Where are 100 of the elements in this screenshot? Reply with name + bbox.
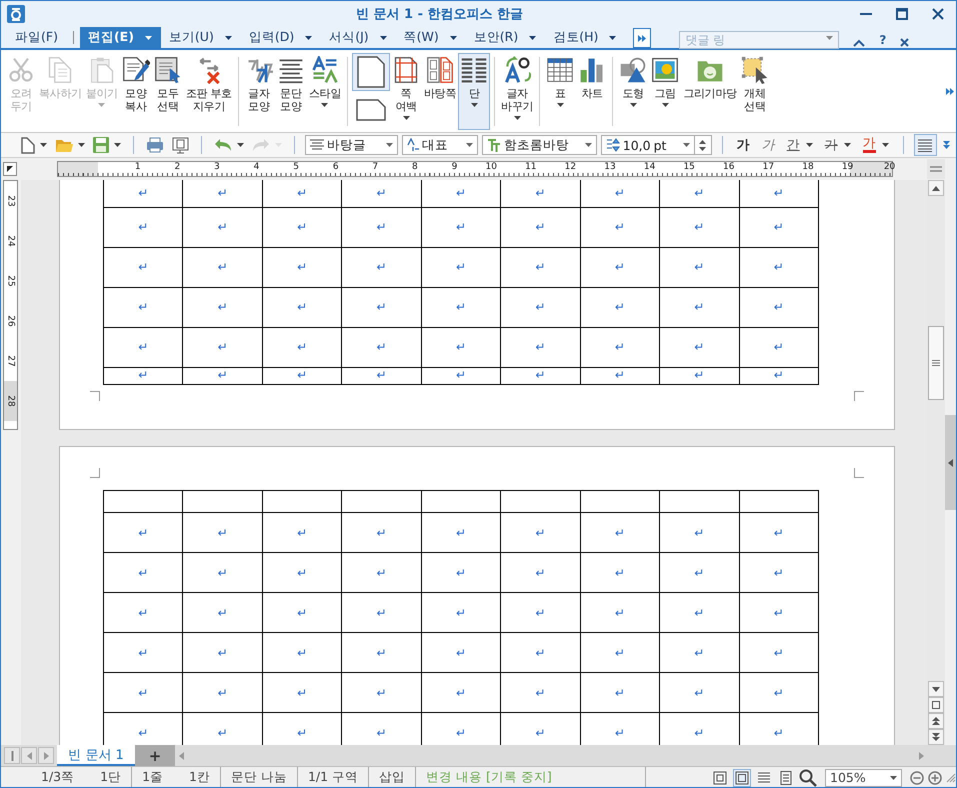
table-cell: ↵: [104, 632, 183, 672]
status-text: 1/1 구역: [308, 769, 358, 786]
table-cell: ↵: [500, 327, 580, 367]
ribbon-button[interactable]: 개체 선택: [738, 53, 771, 130]
table-cell: ↵: [104, 287, 183, 327]
ruler-number: 16: [723, 162, 734, 172]
table-cell: ↵: [739, 287, 818, 327]
menu-tab[interactable]: 편집(E): [80, 27, 161, 48]
table-cell: ↵: [660, 247, 739, 287]
table-cell: ↵: [182, 247, 262, 287]
ruler-number: 25: [6, 275, 16, 287]
text-format-button[interactable]: 가: [858, 137, 893, 153]
ribbon-button[interactable]: 스타일: [306, 53, 344, 130]
zoom-dropdown[interactable]: 105%: [825, 768, 902, 786]
table-cell: ↵: [262, 592, 342, 632]
menu-tab[interactable]: 검토(H): [545, 27, 626, 48]
table-cell: ↵: [262, 287, 342, 327]
table-cell: ↵: [182, 207, 262, 247]
table-cell: ↵: [580, 327, 660, 367]
table-cell: ↵: [421, 592, 501, 632]
language-dropdown[interactable]: 대표: [402, 135, 478, 155]
status-text: 1줄: [142, 769, 164, 786]
ruler-number: 7: [372, 162, 378, 172]
font-dropdown[interactable]: 함초롬바탕: [482, 135, 597, 155]
document-tab[interactable]: 빈 문서 1: [57, 745, 135, 766]
table-cell: ↵: [500, 592, 580, 632]
table-cell: ↵: [342, 180, 422, 207]
table-cell: ↵: [500, 512, 580, 552]
table-cell: ↵: [580, 180, 660, 207]
ribbon-button[interactable]: 모두 선택: [152, 53, 184, 130]
ribbon-button[interactable]: 모양 복사: [120, 53, 152, 130]
table-cell: ↵: [262, 512, 342, 552]
ribbon-button[interactable]: 도형: [617, 53, 650, 130]
text-format-button[interactable]: 가: [820, 136, 855, 154]
font-size-field[interactable]: 10,0 pt: [600, 135, 695, 155]
ribbon-button[interactable]: 문단 모양: [274, 53, 307, 130]
ribbon-button[interactable]: 쪽 여백: [390, 53, 422, 130]
table-cell: ↵: [104, 552, 183, 592]
table-cell: ↵: [342, 327, 422, 367]
ruler-number: 17: [762, 162, 774, 172]
menu-tab[interactable]: 보안(R): [466, 27, 546, 48]
table-cell: ↵: [500, 287, 580, 327]
table-cell: ↵: [182, 672, 262, 712]
ruler-number: 26: [6, 315, 16, 327]
ribbon-button[interactable]: 글자 바꾸기: [499, 53, 536, 130]
table-cell: ↵: [262, 632, 342, 672]
table-cell: ↵: [104, 512, 183, 552]
table-cell: ↵: [182, 327, 262, 367]
table-cell: ↵: [421, 552, 501, 592]
ruler-number: 18: [802, 162, 814, 172]
ruler-number: 8: [412, 162, 418, 172]
ribbon-button[interactable]: 단: [458, 53, 490, 130]
style-dropdown[interactable]: 바탕글: [304, 135, 398, 155]
table-cell: ↵: [342, 672, 422, 712]
table-cell: ↵: [739, 592, 818, 632]
ribbon-button[interactable]: 그리기마당: [681, 53, 739, 130]
add-tab-button[interactable]: +: [135, 745, 175, 766]
table-cell: ↵: [342, 247, 422, 287]
ribbon-button[interactable]: 조판 부호 지우기: [184, 53, 234, 130]
table-cell: ↵: [342, 552, 422, 592]
table-cell: ↵: [104, 247, 183, 287]
ribbon-button[interactable]: 바탕쪽: [422, 53, 458, 130]
text-format-button[interactable]: 가: [732, 136, 754, 154]
text-format-button[interactable]: 가: [758, 136, 779, 154]
ruler-number: 24: [6, 235, 16, 247]
table-cell: ↵: [421, 367, 501, 384]
menu-tab[interactable]: 보기(U): [160, 27, 241, 48]
ruler-number: 6: [332, 162, 339, 172]
ribbon-button[interactable]: 표: [544, 53, 576, 130]
menu-tab[interactable]: 쪽(W): [396, 27, 466, 48]
table-cell: ↵: [421, 180, 501, 207]
table-cell: ↵: [262, 180, 342, 207]
table-cell: ↵: [421, 672, 501, 712]
search-field[interactable]: 댓글 링: [679, 31, 840, 49]
table-cell: ↵: [500, 180, 580, 207]
vertical-ruler[interactable]: 23 24 25 26 27 28: [3, 180, 18, 430]
horizontal-ruler[interactable]: 1 2 3 4 5 6 7 8 9 10 11 12 13 14 15 16 17 18 19 20: [57, 161, 893, 177]
table-cell: ↵: [421, 247, 501, 287]
table-cell: ↵: [739, 367, 818, 384]
table-cell: ↵: [660, 327, 739, 367]
ruler-number: 9: [452, 162, 458, 172]
status-text: 문단 나눔: [230, 769, 287, 786]
table-cell: ↵: [104, 592, 183, 632]
table-cell: ↵: [421, 327, 501, 367]
table-cell: ↵: [660, 207, 739, 247]
ribbon-button[interactable]: 그림: [649, 53, 682, 130]
table-cell: ↵: [421, 287, 501, 327]
ribbon-button[interactable]: 차트: [576, 53, 608, 130]
ruler-number: 27: [6, 355, 16, 367]
menu-tab[interactable]: 입력(D): [240, 27, 322, 48]
ruler-number: 4: [254, 162, 260, 172]
menu-tab[interactable]: 파일(F): [7, 27, 67, 48]
status-text: 1단: [100, 769, 122, 786]
text-format-button[interactable]: 간: [782, 136, 817, 154]
help-button[interactable]: ?: [879, 33, 886, 47]
table-cell: ↵: [500, 207, 580, 247]
menu-tab[interactable]: 서식(J): [321, 27, 396, 48]
ribbon-button[interactable]: 글자 모양: [242, 53, 275, 130]
ruler-number: 2: [174, 162, 180, 172]
ruler-number: 11: [525, 162, 537, 172]
